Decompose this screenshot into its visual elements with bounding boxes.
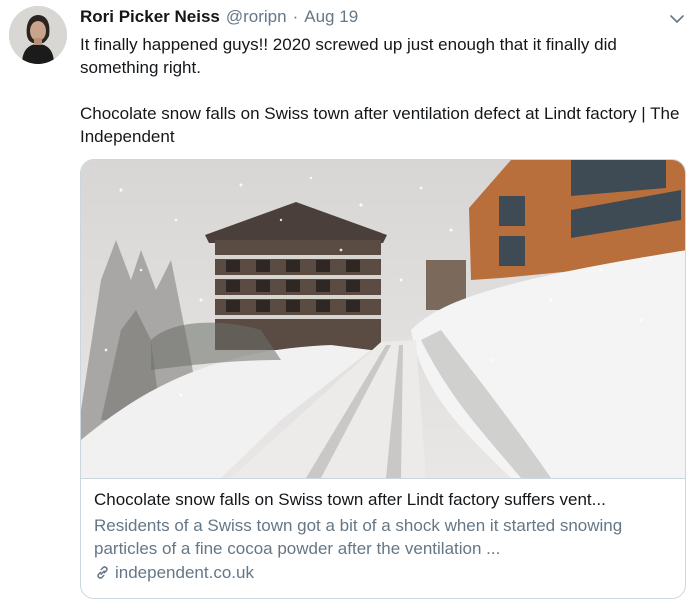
author-name[interactable]: Rori Picker Neiss xyxy=(80,7,220,27)
card-domain-label[interactable]: independent.co.uk xyxy=(115,561,254,584)
link-icon xyxy=(97,566,108,579)
chevron-down-icon[interactable] xyxy=(668,10,686,28)
tweet-text-line: It finally happened guys!! 2020 screwed … xyxy=(80,35,617,77)
card-description: Residents of a Swiss town got a bit of a… xyxy=(94,516,623,558)
tweet-text-line: Chocolate snow falls on Swiss town after… xyxy=(80,104,680,146)
header-separator: · xyxy=(292,7,299,26)
tweet-date[interactable]: Aug 19 xyxy=(304,7,358,27)
card-domain[interactable]: independent.co.uk xyxy=(94,561,675,584)
card-body[interactable]: Chocolate snow falls on Swiss town after… xyxy=(81,478,685,598)
link-card[interactable]: Chocolate snow falls on Swiss town after… xyxy=(80,159,686,599)
card-image[interactable] xyxy=(81,160,686,478)
tweet-text: It finally happened guys!! 2020 screwed … xyxy=(80,33,680,148)
avatar[interactable] xyxy=(9,6,67,64)
author-handle[interactable]: @roripn xyxy=(226,7,287,27)
tweet[interactable]: Rori Picker Neiss @roripn · Aug 19 It fi… xyxy=(0,0,700,606)
tweet-header: Rori Picker Neiss @roripn · Aug 19 xyxy=(80,7,660,31)
card-title[interactable]: Chocolate snow falls on Swiss town after… xyxy=(94,488,675,511)
